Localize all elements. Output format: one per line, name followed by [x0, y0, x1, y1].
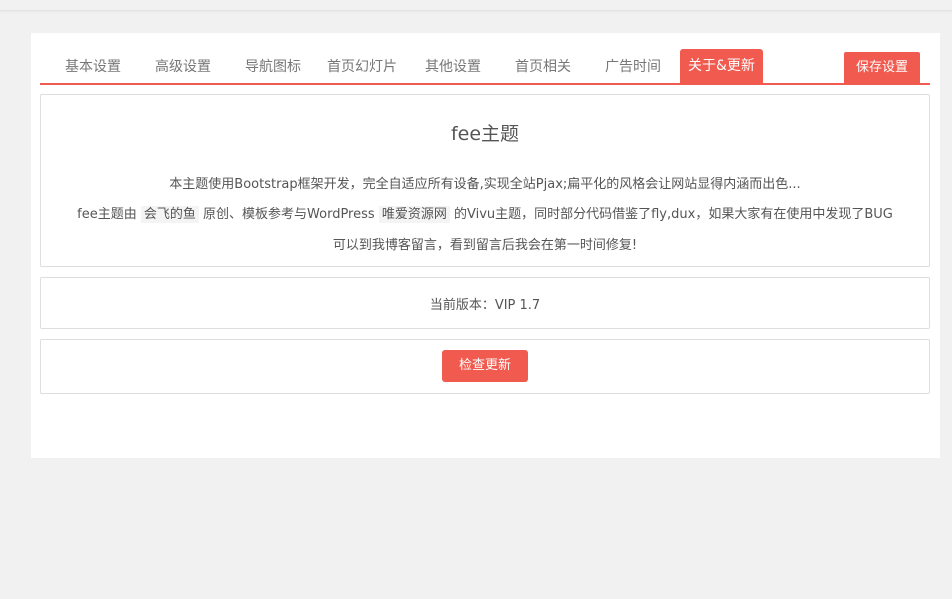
- tab-nav-icons[interactable]: 导航图标: [245, 56, 301, 76]
- tab-home-slides[interactable]: 首页幻灯片: [327, 56, 397, 76]
- tab-ad-settings[interactable]: 广告时间: [605, 56, 661, 76]
- version-card: 当前版本：VIP 1.7: [40, 277, 930, 329]
- tab-home-related[interactable]: 首页相关: [515, 56, 571, 76]
- tab-advanced-settings[interactable]: 高级设置: [155, 56, 211, 76]
- credits-text-c: 的Vivu主题，同时部分代码借鉴了fly,dux，如果大家有在使用中发现了BUG: [453, 207, 893, 222]
- theme-title: fee主题: [450, 123, 520, 145]
- tab-other-settings[interactable]: 其他设置: [425, 56, 481, 76]
- settings-tabs: 基本设置 高级设置 导航图标 首页幻灯片 其他设置 首页相关 广告时间 关于&更…: [40, 49, 930, 85]
- top-strip: [0, 0, 952, 11]
- check-update-button[interactable]: 检查更新: [442, 350, 528, 382]
- tab-basic-settings[interactable]: 基本设置: [65, 56, 121, 76]
- credits-text-b: 原创、模板参考与WordPress: [203, 207, 375, 222]
- about-card: fee主题 本主题使用Bootstrap框架开发，完全自适应所有设备,实现全站P…: [40, 94, 930, 267]
- current-version: 当前版本：VIP 1.7: [429, 298, 541, 313]
- author-name: 会飞的鱼: [140, 206, 199, 223]
- credits-text-a: fee主题由: [77, 207, 137, 222]
- theme-credits: fee主题由 会飞的鱼 原创、模板参考与WordPress 唯爱资源网 的Viv…: [41, 203, 929, 223]
- save-settings-button[interactable]: 保存设置: [843, 52, 920, 83]
- settings-panel: 基本设置 高级设置 导航图标 首页幻灯片 其他设置 首页相关 广告时间 关于&更…: [31, 33, 940, 458]
- bug-report-note: 可以到我博客留言，看到留言后我会在第一时间修复!: [332, 238, 638, 253]
- theme-description: 本主题使用Bootstrap框架开发，完全自适应所有设备,实现全站Pjax;扁平…: [169, 177, 801, 192]
- tab-about-update[interactable]: 关于&更新: [680, 49, 763, 83]
- update-card: 检查更新: [40, 339, 930, 394]
- source-site-name: 唯爱资源网: [378, 206, 450, 223]
